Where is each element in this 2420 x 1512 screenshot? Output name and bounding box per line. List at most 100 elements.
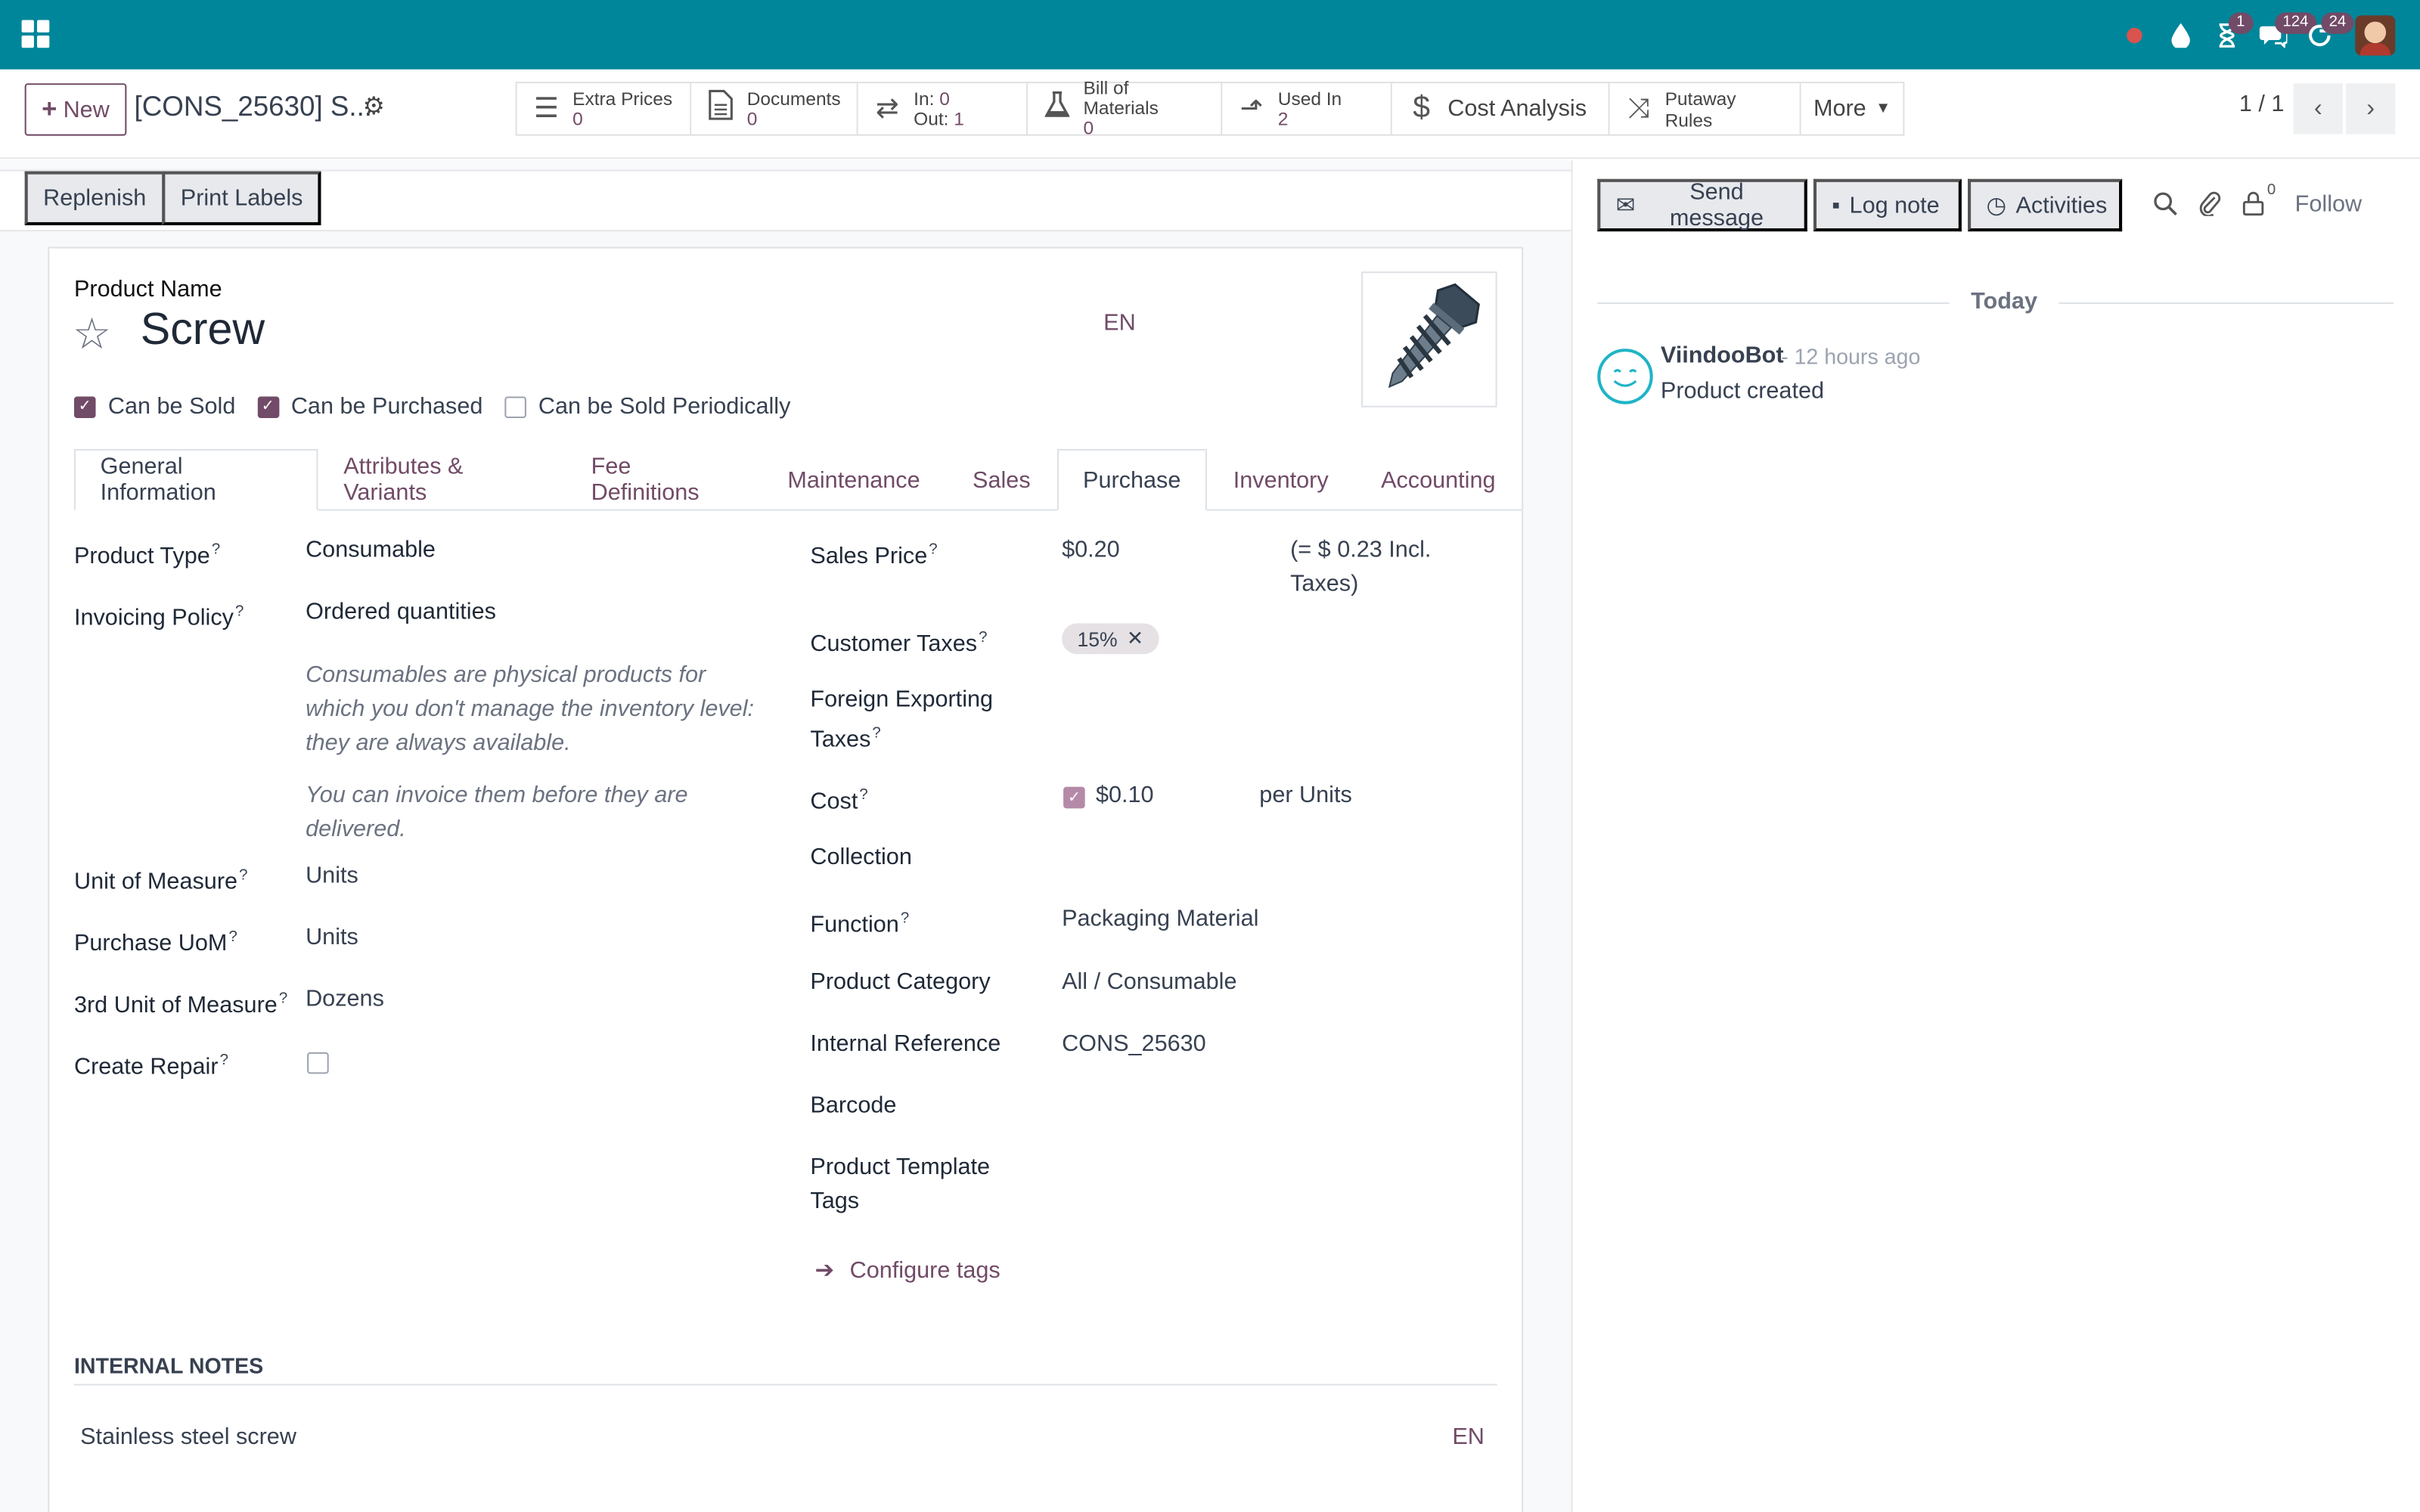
chevron-right-icon: › xyxy=(2366,94,2375,122)
invoicing-policy-select[interactable]: Ordered quantities xyxy=(306,596,496,630)
product-name-input[interactable]: Screw xyxy=(141,305,265,356)
pager-value[interactable]: 1 / 1 xyxy=(2239,91,2285,117)
help-tooltip-icon[interactable]: ? xyxy=(859,787,867,804)
replenish-button[interactable]: Replenish xyxy=(24,171,165,225)
used-in-label: Used In xyxy=(1277,87,1342,109)
refresh-icon[interactable]: 24 xyxy=(2297,0,2354,70)
systray: 1 124 24 xyxy=(2111,0,2396,70)
activities-hourglass-icon[interactable]: 1 xyxy=(2204,0,2253,70)
extra-prices-button[interactable]: ☰ Extra Prices 0 xyxy=(517,83,692,135)
help-tooltip-icon[interactable]: ? xyxy=(220,1052,228,1069)
user-avatar[interactable] xyxy=(2355,14,2396,55)
sales-price-label: Sales Price? xyxy=(810,534,937,574)
recording-indicator-icon[interactable] xyxy=(2111,0,2158,70)
can-be-purchased-label: Can be Purchased xyxy=(290,393,483,420)
help-tooltip-icon[interactable]: ? xyxy=(212,541,220,558)
foreign-taxes-label-text: Foreign Exporting Taxes xyxy=(810,686,994,753)
messages-icon[interactable]: 124 xyxy=(2250,0,2316,70)
new-button[interactable]: + New xyxy=(24,83,127,136)
gear-icon[interactable]: ⚙ xyxy=(363,91,385,122)
price-incl-taxes: (= $ 0.23 Incl. Taxes) xyxy=(1290,537,1432,597)
followers-lock-icon[interactable]: 0 xyxy=(2242,182,2276,224)
list-icon: ☰ xyxy=(533,92,559,124)
documents-button[interactable]: Documents 0 xyxy=(691,83,858,135)
out-label: Out: xyxy=(914,107,949,129)
form-statusbar: Replenish Print Labels xyxy=(0,169,1571,232)
help-tooltip-icon[interactable]: ? xyxy=(901,910,909,927)
cost-analysis-button[interactable]: $ Cost Analysis xyxy=(1392,83,1610,135)
send-message-button[interactable]: ✉ Send message xyxy=(1597,178,1807,232)
tab-attributes-variants[interactable]: Attributes & Variants xyxy=(318,449,565,511)
can-be-sold-periodically-label: Can be Sold Periodically xyxy=(538,393,791,420)
cost-lock-checkbox[interactable]: ✓ xyxy=(1063,786,1085,809)
invoice-help-text: You can invoice them before they are del… xyxy=(306,782,688,843)
star-icon[interactable]: ☆ xyxy=(73,308,111,359)
translate-lang-button[interactable]: EN xyxy=(1103,310,1136,336)
internal-notes-field[interactable]: Stainless steel screw xyxy=(80,1421,296,1455)
help-tooltip-icon[interactable]: ? xyxy=(239,867,247,884)
search-icon[interactable] xyxy=(2153,191,2178,224)
uom-label: Unit of Measure? xyxy=(74,860,247,900)
create-repair-label: Create Repair? xyxy=(74,1045,228,1085)
help-tooltip-icon[interactable]: ? xyxy=(929,541,937,558)
customer-tax-tag: 15% ✕ xyxy=(1062,623,1159,655)
product-type-select[interactable]: Consumable xyxy=(306,534,436,568)
can-be-sold-periodically-checkbox[interactable]: Can be Sold Periodically xyxy=(504,393,790,420)
sales-price-input[interactable]: $0.20 xyxy=(1062,534,1120,568)
purchase-uom-label-text: Purchase UoM xyxy=(73,930,228,957)
tab-sales[interactable]: Sales xyxy=(946,449,1056,511)
configure-tags-link[interactable]: ➔ Configure tags xyxy=(815,1256,1001,1284)
cost-label: Cost? xyxy=(810,779,867,820)
product-category-field[interactable]: All / Consumable xyxy=(1062,966,1236,1000)
putaway-rules-button[interactable]: ⤨ Putaway Rules xyxy=(1609,83,1801,135)
tab-maintenance[interactable]: Maintenance xyxy=(762,449,947,511)
out-row: Out: 1 xyxy=(914,107,964,129)
log-note-button[interactable]: ▪ Log note xyxy=(1813,178,1962,232)
in-label: In: xyxy=(914,87,935,109)
help-tooltip-icon[interactable]: ? xyxy=(228,929,237,946)
product-image[interactable] xyxy=(1360,271,1497,407)
cost-input[interactable]: $0.10 xyxy=(1096,779,1154,813)
paperclip-icon[interactable] xyxy=(2199,191,2221,224)
in-out-button[interactable]: ⇄ In: 0 Out: 1 xyxy=(858,83,1028,135)
purchase-uom-field[interactable]: Units xyxy=(306,921,358,955)
tab-accounting[interactable]: Accounting xyxy=(1354,449,1522,511)
remove-tag-icon[interactable]: ✕ xyxy=(1127,627,1143,652)
tab-inventory[interactable]: Inventory xyxy=(1207,449,1354,511)
pager-next-button[interactable]: › xyxy=(2346,83,2396,135)
function-field[interactable]: Packaging Material xyxy=(1062,903,1258,937)
transfer-icon: ⇄ xyxy=(876,92,899,124)
activities-button[interactable]: ◷ Activities xyxy=(1968,178,2123,232)
envelope-icon: ✉ xyxy=(1615,193,1636,219)
note-icon: ▪ xyxy=(1832,192,1841,218)
drop-icon[interactable] xyxy=(2158,0,2204,70)
pager-previous-button[interactable]: ‹ xyxy=(2293,83,2343,135)
follow-button[interactable]: Follow xyxy=(2295,191,2362,218)
help-tooltip-icon[interactable]: ? xyxy=(235,603,244,620)
internal-reference-input[interactable]: CONS_25630 xyxy=(1062,1027,1206,1061)
control-panel: + New [CONS_25630] S... ⚙ ☰ Extra Prices… xyxy=(0,69,2420,160)
third-uom-field[interactable]: Dozens xyxy=(306,983,384,1017)
create-repair-checkbox[interactable] xyxy=(307,1052,329,1074)
tab-fee-definitions[interactable]: Fee Definitions xyxy=(565,449,762,511)
tab-purchase[interactable]: Purchase xyxy=(1056,448,1208,511)
bill-of-materials-button[interactable]: Bill of Materials 0 xyxy=(1028,78,1223,138)
message-author[interactable]: ViindooBot xyxy=(1661,342,1784,369)
help-tooltip-icon[interactable]: ? xyxy=(279,990,287,1007)
used-in-button[interactable]: ⬏ Used In 2 xyxy=(1222,83,1392,135)
tab-general-information[interactable]: General Information xyxy=(73,448,318,511)
more-dropdown[interactable]: More ▼ xyxy=(1801,83,1903,135)
can-be-sold-checkbox[interactable]: ✓ Can be Sold xyxy=(73,393,235,420)
can-be-purchased-checkbox[interactable]: ✓ Can be Purchased xyxy=(256,393,483,420)
invoicing-policy-label-text: Invoicing Policy xyxy=(73,604,234,631)
uom-field[interactable]: Units xyxy=(306,860,358,894)
help-tooltip-icon[interactable]: ? xyxy=(872,725,880,742)
print-labels-button[interactable]: Print Labels xyxy=(162,171,321,225)
chatter: ✉ Send message ▪ Log note ◷ Activities 0 Fo… xyxy=(1572,160,2420,1512)
notes-translate-button[interactable]: EN xyxy=(1452,1424,1485,1451)
customer-tax-tag-label: 15% xyxy=(1077,627,1118,651)
product-type-label-text: Product Type xyxy=(73,543,210,570)
help-tooltip-icon[interactable]: ? xyxy=(979,630,987,646)
in-count: 0 xyxy=(939,87,950,109)
apps-menu-icon[interactable] xyxy=(21,20,50,48)
